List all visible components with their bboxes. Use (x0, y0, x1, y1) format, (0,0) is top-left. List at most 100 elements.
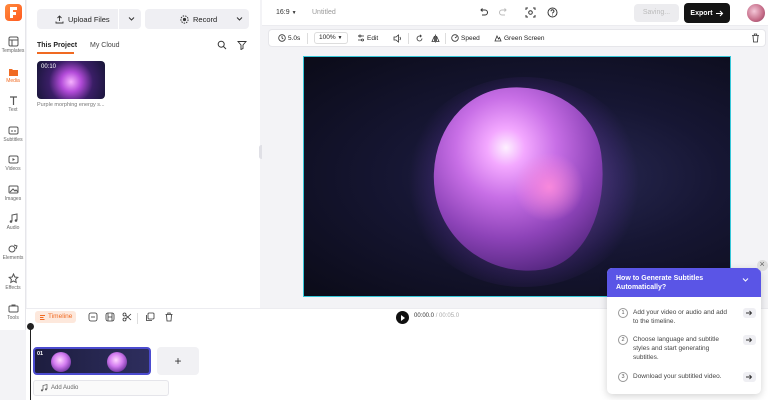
music-icon (40, 384, 48, 392)
nav-effects[interactable]: Effects (0, 273, 26, 295)
video-preview[interactable] (303, 56, 731, 297)
image-icon (8, 185, 18, 194)
timeline-icon (40, 314, 45, 320)
nav-media[interactable]: Media (0, 66, 26, 88)
redo-icon[interactable] (498, 7, 509, 18)
chevron-down-icon[interactable] (742, 277, 749, 283)
undo-icon[interactable] (478, 7, 489, 18)
nav-templates[interactable]: Templates (0, 36, 26, 58)
delete-icon[interactable] (164, 312, 174, 322)
clip-number: 01 (37, 351, 44, 357)
green-screen-button[interactable]: Green Screen (494, 34, 544, 42)
step-go-button[interactable] (743, 308, 756, 318)
nav-videos[interactable]: Videos (0, 154, 26, 176)
chevron-down-icon[interactable] (236, 15, 243, 22)
volume-icon[interactable] (393, 34, 402, 43)
clip-frame (51, 352, 71, 372)
record-icon (180, 14, 189, 24)
saving-status: Saving... (634, 4, 679, 22)
help-header[interactable]: How to Generate Subtitles Automatically? (607, 268, 761, 297)
trash-icon[interactable] (751, 33, 760, 43)
media-thumbnail[interactable]: 00:10 (37, 61, 105, 99)
subtitle-help-popup: How to Generate Subtitles Automatically?… (607, 268, 761, 394)
clock-icon (278, 34, 286, 42)
app-logo[interactable] (5, 4, 22, 21)
add-clip-button[interactable]: + (157, 347, 199, 375)
search-icon[interactable] (217, 40, 227, 50)
clip-frame (107, 352, 127, 372)
trim-icon[interactable] (105, 312, 115, 322)
nav-label: Elements (2, 255, 24, 261)
nav-text[interactable]: Text (0, 95, 26, 117)
orb-highlight (514, 152, 584, 222)
nav-label: Audio (6, 225, 20, 231)
duration-button[interactable]: 5.0s (278, 34, 300, 42)
export-button[interactable]: Export (684, 3, 730, 23)
avatar[interactable] (747, 4, 765, 22)
help-icon[interactable] (547, 7, 558, 18)
arrow-right-icon (746, 374, 753, 380)
edit-button[interactable]: Edit (357, 34, 378, 42)
speed-icon (451, 34, 459, 42)
chevron-down-icon[interactable] (128, 15, 135, 22)
video-icon (8, 155, 18, 164)
project-title[interactable]: Untitled (312, 9, 336, 16)
nav-label: Images (4, 196, 22, 202)
nav-tools[interactable]: Tools (0, 303, 26, 325)
tools-icon (8, 304, 18, 313)
upload-icon (55, 14, 64, 23)
tab-this-project[interactable]: This Project (37, 42, 77, 49)
music-icon (9, 213, 17, 223)
scissors-icon[interactable] (122, 312, 132, 322)
filter-icon[interactable] (237, 40, 247, 50)
thumbnail-duration: 00:10 (41, 64, 57, 70)
aspect-ratio-select[interactable]: 16:9 ▼ (276, 9, 297, 16)
nav-label: Tools (7, 315, 19, 321)
screenshot-icon[interactable] (525, 7, 536, 18)
nav-label: Effects (5, 285, 21, 291)
folder-icon (8, 69, 18, 76)
sliders-icon (358, 34, 364, 42)
nav-subtitles[interactable]: Subtitles (0, 125, 26, 147)
nav-label: Subtitles (3, 137, 23, 143)
elements-icon (8, 244, 18, 253)
duplicate-icon[interactable] (145, 312, 155, 322)
nav-label: Media (6, 78, 20, 84)
arrow-right-icon (746, 310, 753, 316)
upload-files-button[interactable]: Upload Files (37, 9, 141, 29)
arrow-right-icon (715, 10, 723, 16)
playhead[interactable] (30, 323, 31, 400)
flip-icon[interactable] (431, 34, 440, 43)
nav-images[interactable]: Images (0, 184, 26, 206)
tab-my-cloud[interactable]: My Cloud (90, 42, 120, 49)
rotate-icon[interactable] (415, 34, 424, 43)
play-button[interactable] (396, 311, 409, 324)
step-go-button[interactable] (743, 372, 756, 382)
video-clip[interactable]: 01 (33, 347, 151, 375)
thumbnail-caption: Purple morphing energy s... (37, 102, 105, 108)
nav-label: Templates (1, 48, 25, 54)
speed-button[interactable]: Speed (451, 34, 480, 42)
editor-toolbar: 5.0s 100% ▼ Edit Speed Green Screen (268, 29, 766, 47)
add-audio-button[interactable]: Add Audio (33, 380, 169, 396)
zoom-select[interactable]: 100% ▼ (314, 32, 348, 44)
active-tab-underline (37, 52, 74, 54)
app-window: Templates Media Text Subtitles Videos Im… (0, 0, 768, 400)
nav-audio[interactable]: Audio (0, 213, 26, 235)
green-screen-icon (494, 35, 502, 42)
text-icon (9, 96, 17, 105)
templates-icon (8, 36, 18, 47)
timeline-toggle[interactable]: Timeline (35, 311, 77, 323)
split-icon[interactable] (88, 312, 98, 322)
step-go-button[interactable] (743, 335, 756, 345)
close-icon[interactable] (757, 259, 768, 271)
subtitles-icon (8, 126, 18, 135)
record-button[interactable]: Record (145, 9, 249, 29)
left-nav: Templates Media Text Subtitles Videos Im… (0, 0, 26, 330)
effects-icon (7, 273, 19, 284)
nav-label: Videos (5, 166, 21, 172)
help-title: How to Generate Subtitles Automatically? (616, 275, 704, 291)
time-readout: 00:00.0 / 00:05.0 (414, 313, 460, 319)
nav-label: Text (8, 107, 18, 113)
nav-elements[interactable]: Elements (0, 243, 26, 265)
